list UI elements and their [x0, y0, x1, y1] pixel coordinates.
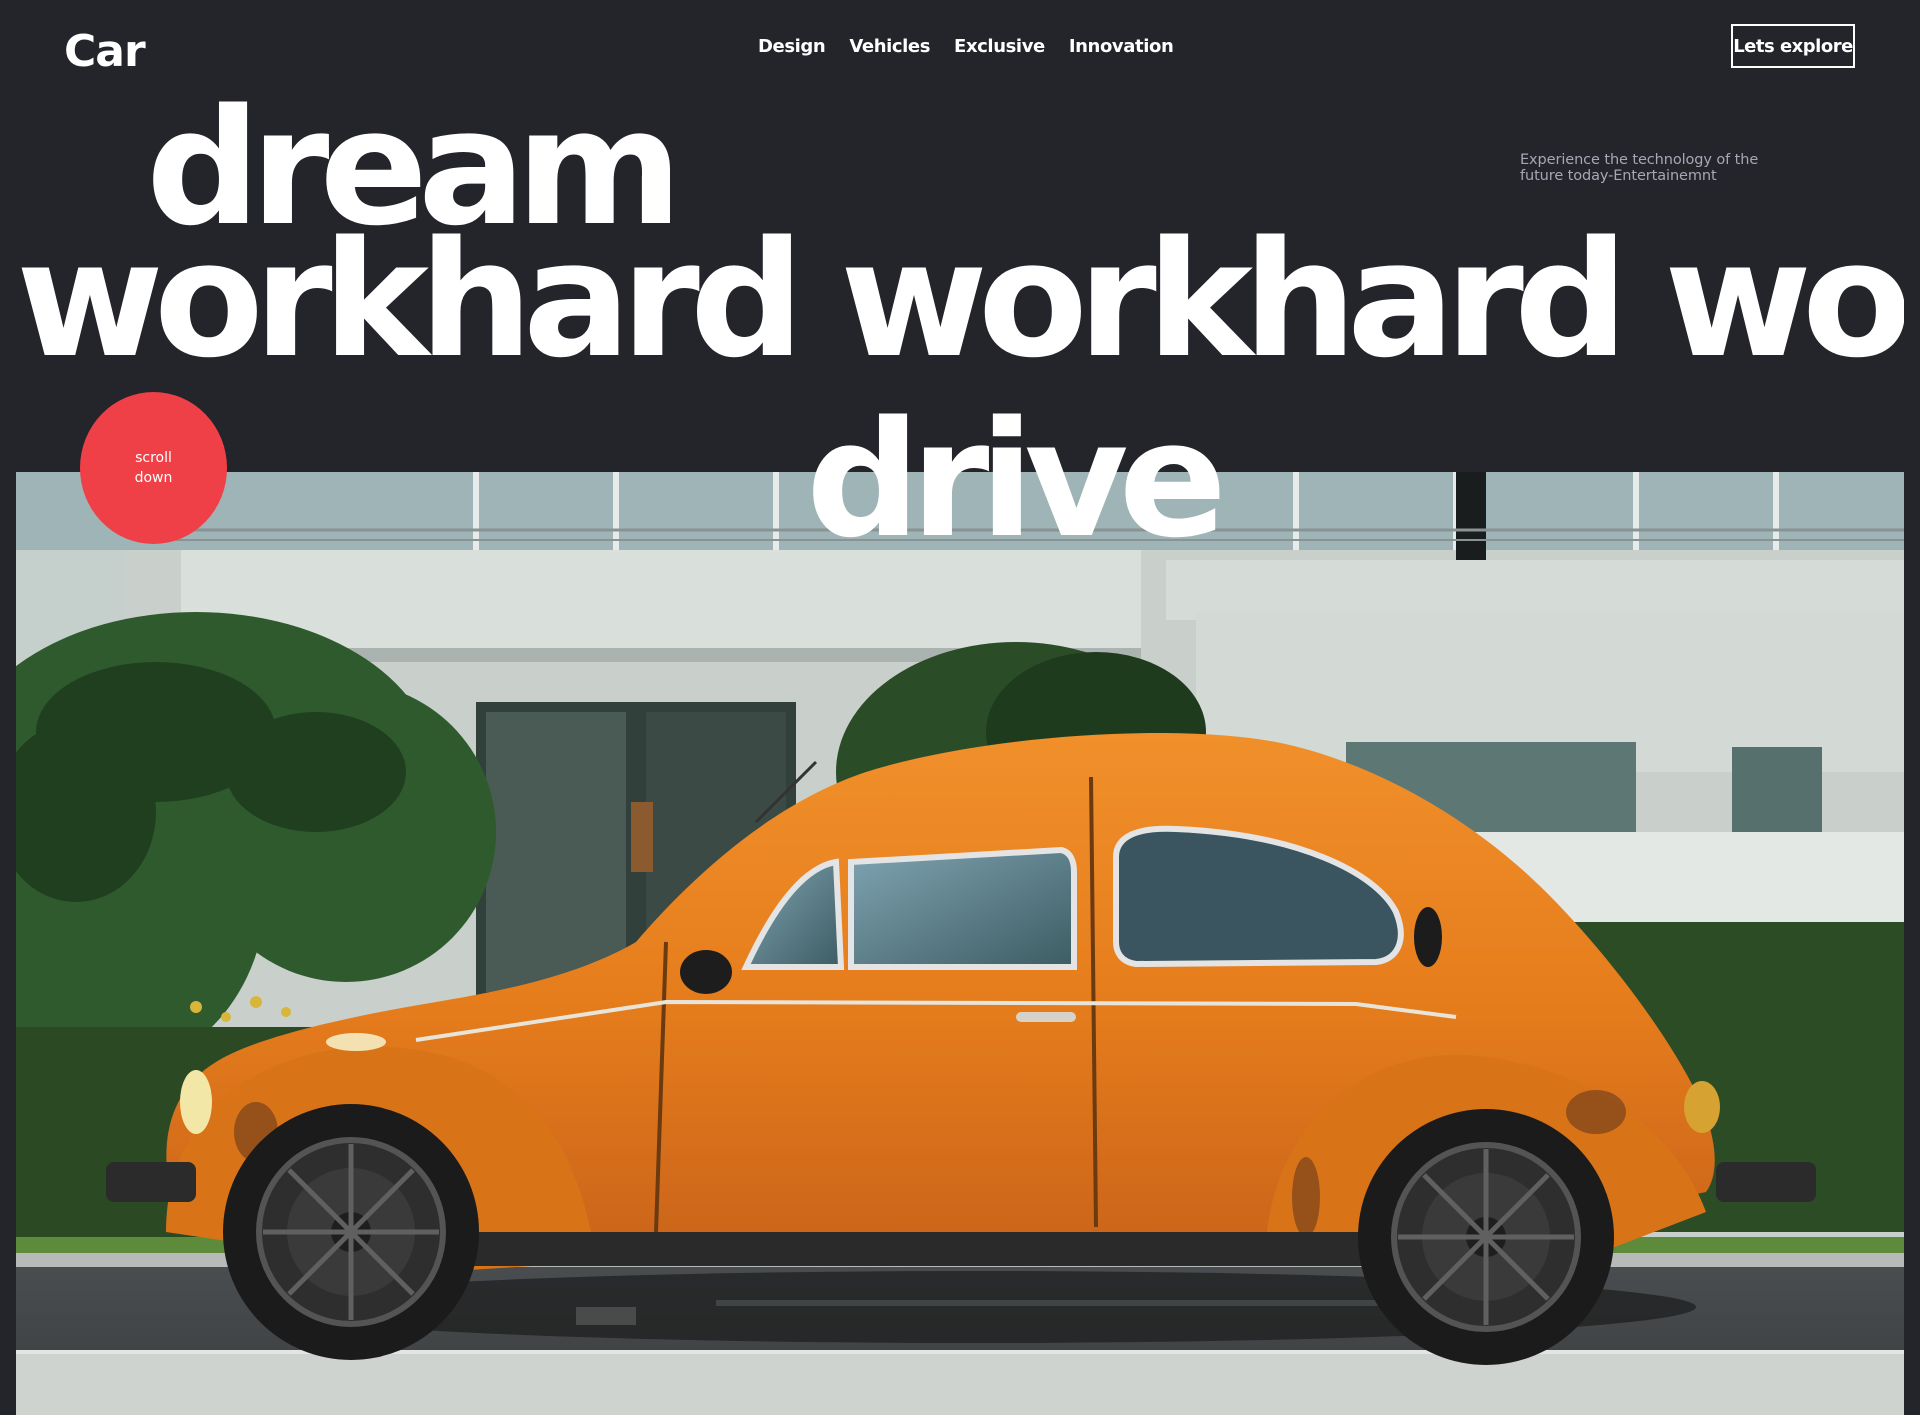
headline-marquee: workhard workhard workhard	[16, 220, 1904, 380]
scroll-down-button[interactable]: scroll down	[80, 392, 227, 544]
nav-link-vehicles[interactable]: Vehicles	[837, 30, 942, 63]
main-nav: Design Vehicles Exclusive Innovation	[746, 30, 1185, 63]
lets-explore-button[interactable]: Lets explore	[1731, 24, 1855, 68]
nav-link-innovation[interactable]: Innovation	[1057, 30, 1186, 63]
nav-link-design[interactable]: Design	[746, 30, 837, 63]
site-logo[interactable]: Car	[64, 18, 146, 86]
hero-car-photo	[16, 472, 1904, 1415]
nav-link-exclusive[interactable]: Exclusive	[942, 30, 1057, 63]
hero-tagline: Experience the technology of the future …	[1520, 152, 1759, 184]
headline-drive: drive	[806, 386, 1227, 573]
scroll-down-label: scroll down	[134, 450, 173, 486]
